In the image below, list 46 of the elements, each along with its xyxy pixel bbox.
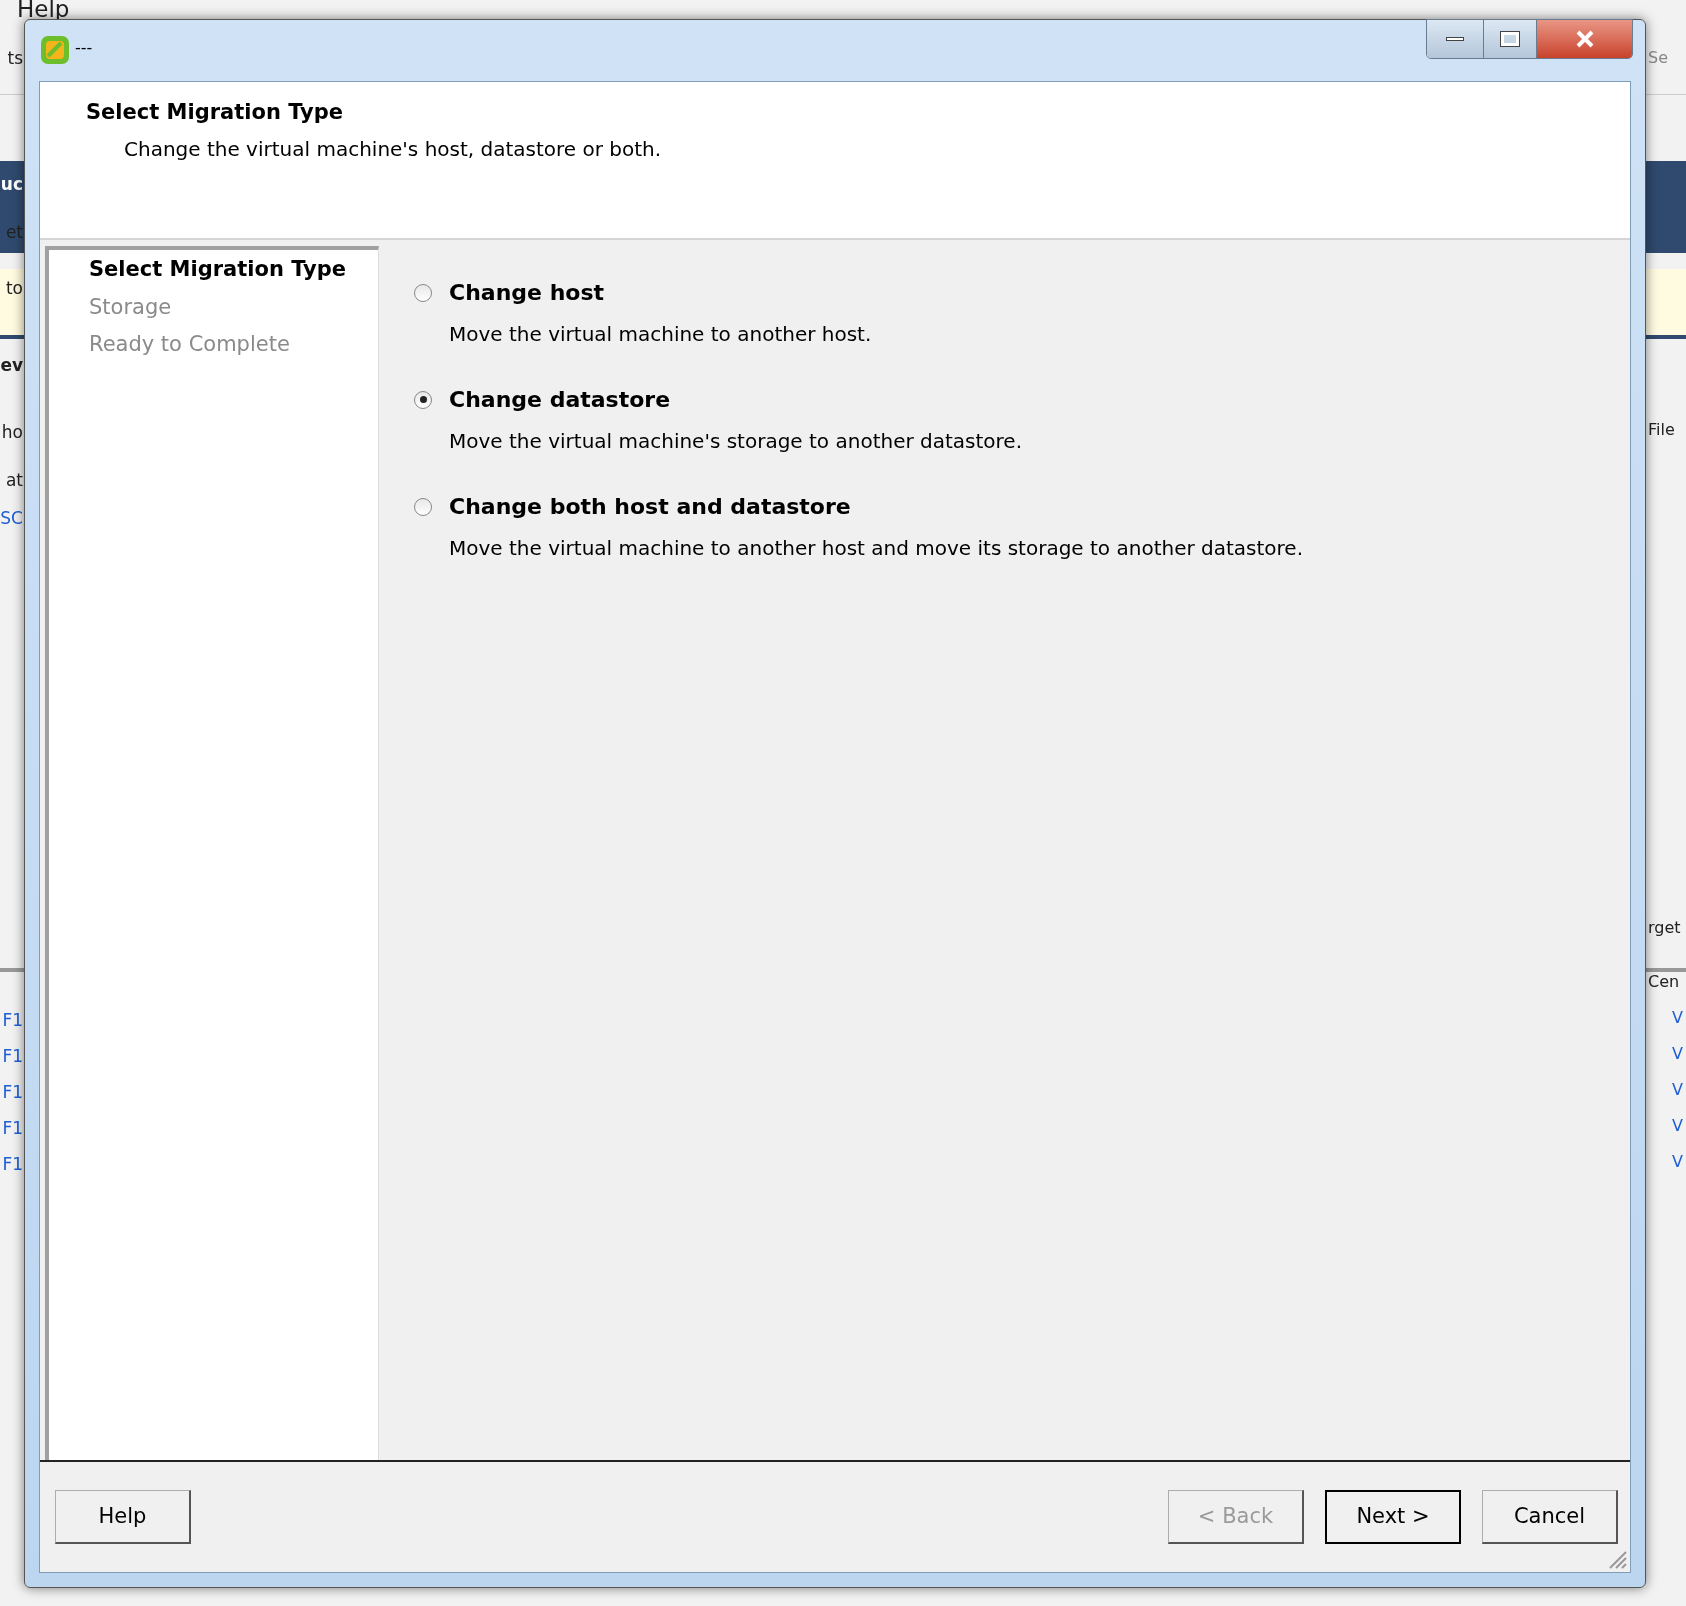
minimize-icon — [1446, 37, 1464, 41]
dialog-button[interactable]: Cancel — [1482, 1490, 1618, 1544]
background-text: F1 — [2, 1048, 23, 1065]
option-label[interactable]: Change datastore — [449, 383, 671, 416]
background-text: V — [1672, 1010, 1683, 1026]
background-text: V — [1672, 1082, 1683, 1098]
app-icon — [39, 34, 71, 66]
maximize-button[interactable] — [1484, 20, 1537, 58]
background-text: to — [5, 280, 23, 297]
step-item: Select Migration Type — [89, 256, 347, 283]
maximize-icon — [1501, 32, 1519, 46]
radio-button[interactable] — [414, 390, 432, 409]
background-text: SC — [0, 510, 23, 527]
background-text: File — [1648, 422, 1675, 438]
background-text: V — [1672, 1118, 1683, 1134]
step-item: Storage — [89, 293, 173, 321]
option-label[interactable]: Change host — [449, 276, 605, 309]
background-text: ev — [0, 357, 23, 374]
background-text: ts — [7, 50, 23, 67]
step-item: Ready to Complete — [89, 331, 291, 358]
radio-button[interactable] — [414, 283, 432, 302]
background-text: V — [1672, 1154, 1683, 1170]
option-description: Move the virtual machine to another host and move its storage to another datastore. — [449, 535, 1305, 562]
background-text: ho — [1, 424, 23, 441]
option-description: Move the virtual machine to another host. — [449, 321, 873, 348]
dialog-button[interactable]: Help — [55, 1490, 191, 1544]
page-title: Select Migration Type — [86, 99, 344, 126]
page-subtitle: Change the virtual machine's host, datastore or both. — [124, 135, 663, 163]
background-text: at — [5, 472, 23, 489]
background-text: Cen — [1648, 974, 1680, 990]
background-text: rget — [1648, 920, 1681, 936]
background-text: Se — [1648, 50, 1668, 66]
background-text: F1 — [2, 1120, 23, 1137]
background-text: F1 — [2, 1012, 23, 1029]
close-icon — [1574, 30, 1595, 48]
background-text: et — [5, 224, 23, 241]
background-text: F1 — [2, 1156, 23, 1173]
dialog-button[interactable]: Next > — [1325, 1490, 1461, 1544]
background-text: uc — [0, 176, 23, 193]
option-description: Move the virtual machine's storage to another datastore. — [449, 428, 1024, 455]
radio-button[interactable] — [414, 497, 432, 516]
option-label[interactable]: Change both host and datastore — [449, 490, 851, 523]
background-text: F1 — [2, 1084, 23, 1101]
window-title: --- — [75, 37, 93, 59]
close-button[interactable] — [1537, 20, 1632, 58]
background-text: V — [1672, 1046, 1683, 1062]
